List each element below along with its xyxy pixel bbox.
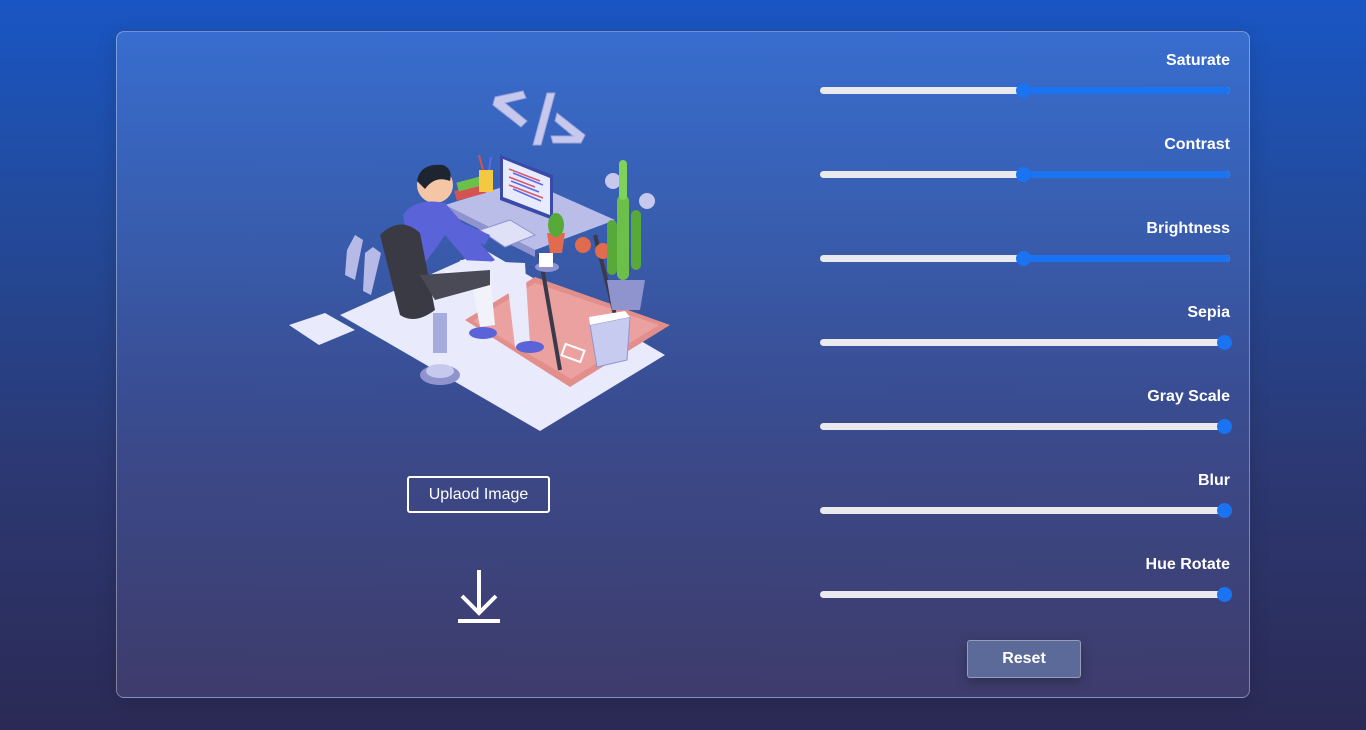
hue-rotate-slider[interactable] [820, 587, 1232, 602]
gray-scale-slider-thumb[interactable] [1217, 419, 1232, 434]
blur-control: Blur [820, 472, 1232, 532]
sepia-control: Sepia [820, 304, 1232, 364]
hue-rotate-label: Hue Rotate [1145, 556, 1230, 573]
sepia-slider-thumb[interactable] [1217, 335, 1232, 350]
upload-image-button[interactable]: Uplaod Image [407, 476, 550, 513]
contrast-slider-thumb[interactable] [1016, 167, 1031, 182]
brightness-slider-thumb[interactable] [1016, 251, 1031, 266]
brightness-slider-fill [1023, 255, 1230, 262]
hue-rotate-control: Hue Rotate [820, 556, 1232, 616]
brightness-control: Brightness [820, 220, 1232, 280]
gray-scale-control: Gray Scale [820, 388, 1232, 448]
developer-illustration [289, 90, 670, 431]
gray-scale-slider[interactable] [820, 419, 1232, 434]
sepia-label: Sepia [1187, 304, 1230, 321]
contrast-slider[interactable] [820, 167, 1230, 182]
brightness-label: Brightness [1146, 220, 1230, 237]
brightness-slider[interactable] [820, 251, 1230, 266]
hue-rotate-slider-thumb[interactable] [1217, 587, 1232, 602]
contrast-label: Contrast [1164, 136, 1230, 153]
sepia-slider[interactable] [820, 335, 1232, 350]
saturate-slider[interactable] [820, 83, 1230, 98]
saturate-label: Saturate [1165, 52, 1230, 69]
blur-label: Blur [1198, 472, 1230, 489]
contrast-slider-fill [1023, 171, 1230, 178]
reset-button[interactable]: Reset [967, 640, 1081, 678]
blur-slider-thumb[interactable] [1217, 503, 1232, 518]
saturate-control: Saturate [820, 52, 1232, 112]
blur-slider[interactable] [820, 503, 1232, 518]
gray-scale-label: Gray Scale [1147, 388, 1230, 405]
contrast-control: Contrast [820, 136, 1232, 196]
saturate-slider-fill [1023, 87, 1230, 94]
download-icon[interactable] [456, 568, 502, 624]
saturate-slider-thumb[interactable] [1016, 83, 1031, 98]
